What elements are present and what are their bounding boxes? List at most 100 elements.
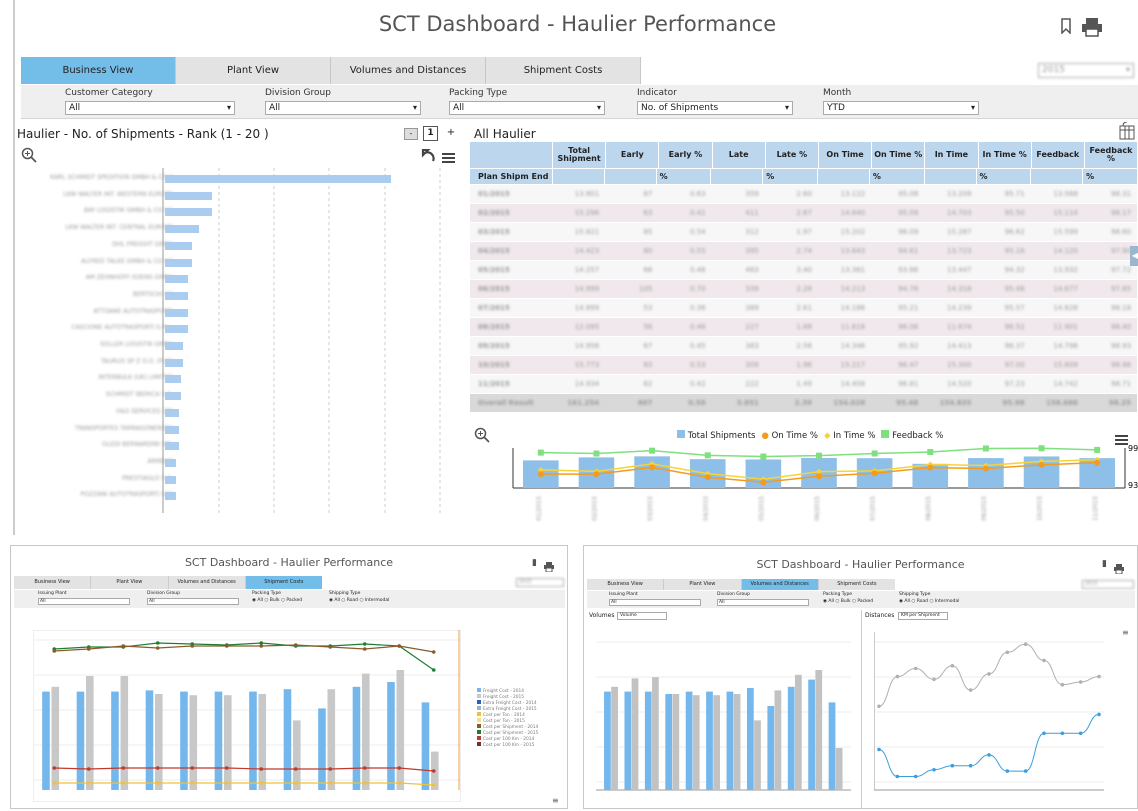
packing-type-select[interactable]: All xyxy=(449,101,605,115)
volume-2015-bar xyxy=(754,720,761,790)
feedback-pct-point[interactable] xyxy=(593,450,600,457)
col-feedback[interactable]: Feedback xyxy=(1031,142,1084,168)
col-late[interactable]: Late xyxy=(712,142,765,168)
col-in-time[interactable]: In Time xyxy=(925,142,978,168)
col-in-time-pct[interactable]: In Time % xyxy=(978,142,1031,168)
haulier-bar[interactable] xyxy=(165,375,181,384)
table-row[interactable]: 03/2015 15.821 85 0.54 312 1.97 15.202 96.09 15.… xyxy=(470,223,1137,242)
bookmark-icon[interactable] xyxy=(1061,18,1071,35)
freight-cost-2014-bar xyxy=(145,690,154,790)
col-on-time[interactable]: On Time xyxy=(818,142,872,168)
month-select[interactable]: YTD xyxy=(823,101,979,115)
undo-icon[interactable] xyxy=(421,148,435,162)
table-cell: 14.742 xyxy=(1053,380,1078,388)
thumbnail-volumes-distances[interactable]: SCT Dashboard - Haulier Performance ▮ Bu… xyxy=(583,545,1138,809)
on-time-pct-point[interactable] xyxy=(871,470,878,477)
haulier-bar[interactable] xyxy=(165,342,184,350)
haulier-bar[interactable] xyxy=(165,291,188,300)
table-cell: 2.60 xyxy=(796,190,812,198)
haulier-bar[interactable] xyxy=(165,408,179,417)
haulier-bar[interactable] xyxy=(165,308,188,317)
haulier-bar[interactable] xyxy=(165,241,193,250)
haulier-bar[interactable] xyxy=(165,492,177,501)
table-row[interactable]: 05/2015 14.257 66 0.46 483 3.40 13.381 93.86 13.… xyxy=(470,261,1137,280)
thumbnail-shipment-costs[interactable]: SCT Dashboard - Haulier Performance ▮ Bu… xyxy=(10,545,568,809)
menu-icon[interactable] xyxy=(442,149,455,163)
table-row[interactable]: 08/2015 12.095 56 0.46 227 1.88 11.618 96.06 11.… xyxy=(470,318,1137,337)
haulier-bar[interactable] xyxy=(165,425,179,434)
year-select[interactable]: 2015 xyxy=(1038,63,1134,78)
col-early-pct[interactable]: Early % xyxy=(659,142,712,168)
on-time-pct-point[interactable] xyxy=(1038,461,1045,468)
haulier-bar[interactable] xyxy=(165,258,193,267)
feedback-pct-point[interactable] xyxy=(816,452,822,459)
print-icon[interactable] xyxy=(1081,17,1103,37)
table-row[interactable]: 09/2015 14.956 67 0.45 383 2.56 14.346 95.92 14.… xyxy=(470,337,1137,356)
table-row[interactable]: 01/2015 13.801 87 0.63 359 2.60 13.122 95.08 13.… xyxy=(470,185,1137,204)
haulier-bar[interactable] xyxy=(165,358,184,367)
on-time-pct-point[interactable] xyxy=(649,464,656,471)
table-row[interactable]: 11/2015 14.934 62 0.42 222 1.49 14.458 96.81 14.… xyxy=(470,375,1137,394)
table-row[interactable]: 04/2015 14.423 80 0.55 395 2.74 13.643 94.61 13.… xyxy=(470,242,1137,261)
legend-on-time-pct[interactable]: ● On Time % xyxy=(761,431,818,441)
tab-volumes-distances[interactable]: Volumes and Distances xyxy=(331,57,486,84)
table-cell: 96.52 xyxy=(1004,323,1025,331)
zoom-icon[interactable] xyxy=(21,147,37,163)
table-row[interactable]: 02/2015 15.296 63 0.41 411 2.67 14.640 95.09 14.… xyxy=(470,204,1137,223)
col-on-time-pct[interactable]: On Time % xyxy=(872,142,925,168)
col-feedback-pct[interactable]: Feedback % xyxy=(1084,142,1138,168)
table-row[interactable]: 10/2015 15.773 83 0.53 309 1.96 15.217 96.47 15.… xyxy=(470,356,1137,375)
feedback-pct-point[interactable] xyxy=(537,449,544,456)
haulier-bar[interactable] xyxy=(165,392,181,401)
on-time-pct-point[interactable] xyxy=(1094,459,1101,466)
cost-per-ton-line-point xyxy=(190,781,195,785)
col-late-pct[interactable]: Late % xyxy=(765,142,818,168)
feedback-pct-point[interactable] xyxy=(927,449,934,455)
feedback-pct-point[interactable] xyxy=(1094,446,1101,453)
table-cell: 14.186 xyxy=(840,304,866,312)
indicator-select[interactable]: No. of Shipments xyxy=(637,101,793,115)
haulier-bar[interactable] xyxy=(165,175,391,183)
on-time-pct-point[interactable] xyxy=(593,471,600,478)
feedback-pct-point[interactable] xyxy=(1038,445,1045,452)
feedback-pct-point[interactable] xyxy=(704,452,711,459)
haulier-bar[interactable] xyxy=(165,208,213,217)
table-view-icon[interactable] xyxy=(1117,121,1135,140)
table-row[interactable]: 07/2015 14.899 53 0.36 389 2.61 14.186 95.21 14.… xyxy=(470,299,1137,318)
on-time-pct-point[interactable] xyxy=(927,464,934,471)
division-group-select[interactable]: All xyxy=(265,101,421,115)
main-dashboard: SCT Dashboard - Haulier Performance Busi… xyxy=(13,0,1138,535)
on-time-pct-point[interactable] xyxy=(816,473,822,480)
tab-shipment-costs[interactable]: Shipment Costs xyxy=(486,57,641,84)
tab-business-view[interactable]: Business View xyxy=(21,57,176,84)
legend-in-time-pct[interactable]: ◆ In Time % xyxy=(824,431,875,441)
feedback-pct-point[interactable] xyxy=(871,450,878,457)
on-time-pct-point[interactable] xyxy=(704,474,711,481)
haulier-bar[interactable] xyxy=(165,442,179,451)
feedback-pct-point[interactable] xyxy=(982,445,989,452)
table-cell: 95.71 xyxy=(1004,190,1025,198)
col-total-shipment[interactable]: Total Shipment xyxy=(553,142,606,168)
page-minus-button[interactable]: - xyxy=(404,128,418,140)
on-time-pct-point[interactable] xyxy=(537,471,544,478)
table-cell: 3.851 xyxy=(736,399,759,407)
on-time-pct-point[interactable] xyxy=(982,465,989,472)
tab-plant-view[interactable]: Plant View xyxy=(176,57,331,84)
feedback-pct-point[interactable] xyxy=(760,453,767,460)
haulier-bar[interactable] xyxy=(165,325,188,334)
haulier-bar[interactable] xyxy=(165,458,177,467)
haulier-bar[interactable] xyxy=(165,191,213,200)
feedback-pct-point[interactable] xyxy=(649,447,656,454)
haulier-bar[interactable] xyxy=(165,275,188,284)
haulier-bar[interactable] xyxy=(165,475,177,484)
table-total-row[interactable]: Overall Result 161.254 807 0.50 3.851 2.39 154… xyxy=(470,394,1137,413)
haulier-bar[interactable] xyxy=(165,225,199,234)
customer-category-select[interactable]: All xyxy=(65,101,235,115)
on-time-pct-point[interactable] xyxy=(760,479,767,486)
page-number[interactable]: 1 xyxy=(423,126,438,141)
table-row[interactable]: 06/2015 14.999 105 0.70 339 2.26 14.213 94.76 14… xyxy=(470,280,1137,299)
distance-2015-line-point xyxy=(1097,674,1101,679)
right-collapse-handle[interactable]: ◀ xyxy=(1130,246,1138,266)
page-plus-button[interactable]: + xyxy=(444,128,458,140)
col-early[interactable]: Early xyxy=(606,142,659,168)
